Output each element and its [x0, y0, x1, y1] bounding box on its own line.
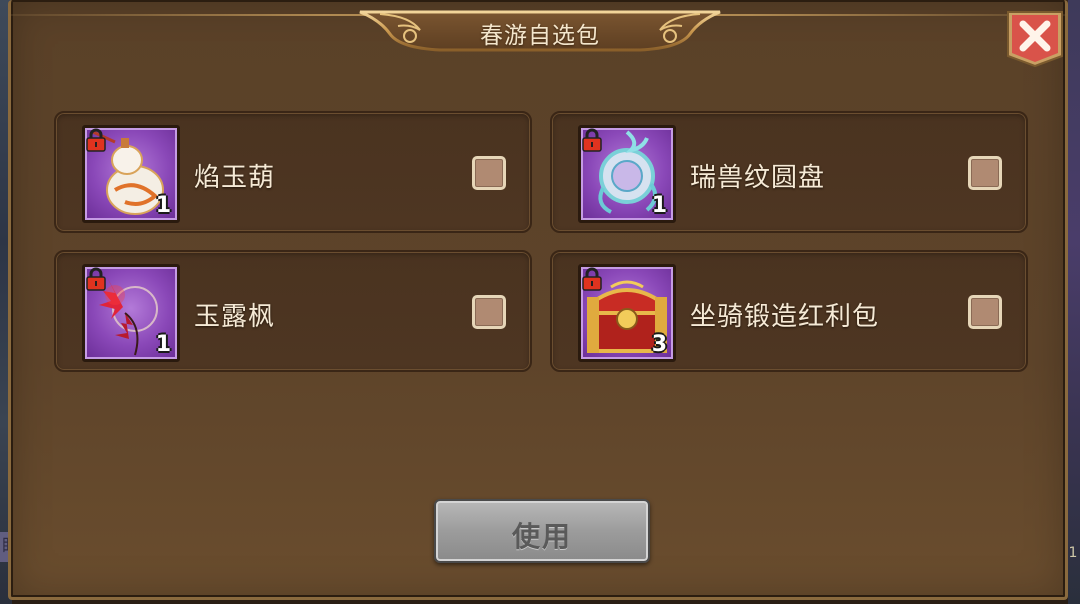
item-name: 瑞兽纹圆盘: [690, 163, 826, 193]
use-button[interactable]: 使用: [434, 499, 650, 563]
game-screen: 眼 1 春游自选包: [0, 0, 1080, 604]
item-option[interactable]: 1 瑞兽纹圆盘: [550, 111, 1028, 233]
item-option[interactable]: 3 坐骑锻造红利包: [550, 250, 1028, 372]
item-checkbox[interactable]: [472, 156, 506, 190]
item-checkbox[interactable]: [472, 295, 506, 329]
item-option[interactable]: 1 玉露枫: [54, 250, 532, 372]
item-checkbox[interactable]: [968, 156, 1002, 190]
item-icon-frame: 1: [578, 125, 676, 223]
item-icon-frame: 3: [578, 264, 676, 362]
title-banner: 春游自选包: [340, 0, 740, 58]
close-icon: [1007, 11, 1063, 68]
background-fragment-right: 1: [1068, 545, 1078, 561]
item-quantity: 1: [155, 332, 171, 357]
item-icon-frame: 1: [82, 264, 180, 362]
item-name: 玉露枫: [194, 302, 276, 332]
item-checkbox[interactable]: [968, 295, 1002, 329]
lock-icon: [86, 267, 106, 291]
lock-icon: [582, 267, 602, 291]
use-button-label: 使用: [511, 520, 572, 553]
item-quantity: 1: [155, 193, 171, 218]
dialog-title: 春游自选包: [480, 23, 600, 49]
close-button[interactable]: [1004, 8, 1066, 68]
item-option[interactable]: 1 焰玉葫: [54, 111, 532, 233]
item-quantity: 3: [651, 332, 667, 357]
item-icon-frame: 1: [82, 125, 180, 223]
lock-icon: [86, 128, 106, 152]
item-quantity: 1: [651, 193, 667, 218]
lock-icon: [582, 128, 602, 152]
item-name: 焰玉葫: [194, 163, 276, 193]
item-name: 坐骑锻造红利包: [690, 302, 880, 332]
background-ui-right: [1068, 0, 1080, 604]
